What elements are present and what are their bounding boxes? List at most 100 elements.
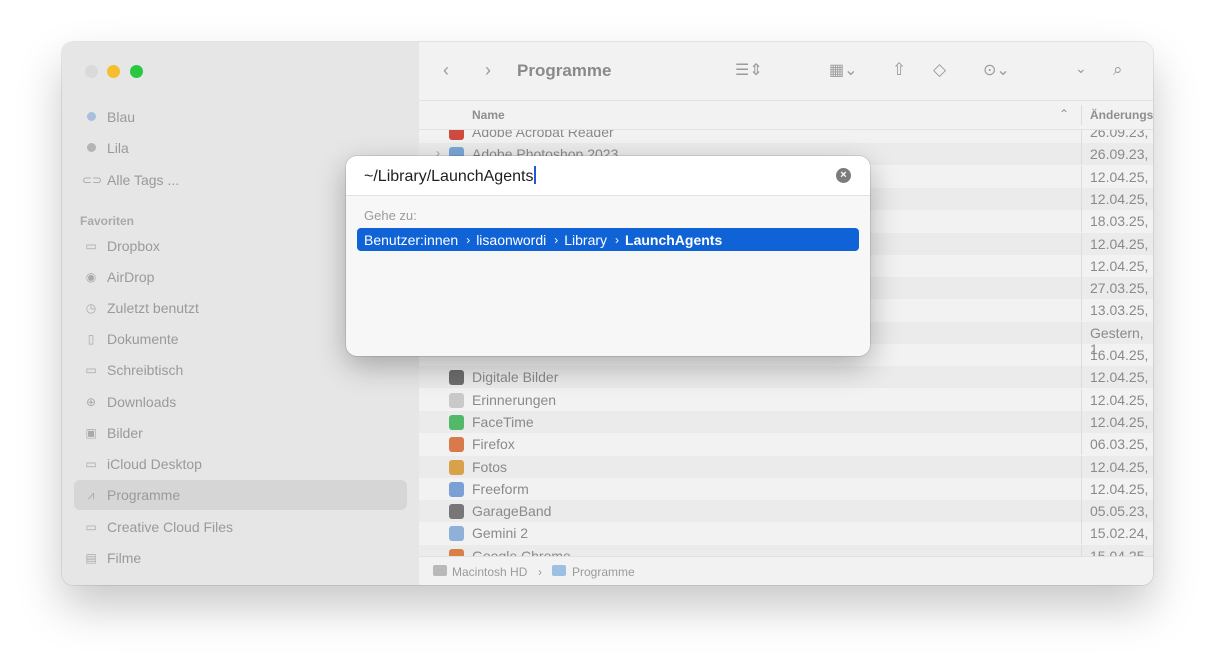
folder-icon: ▭ — [85, 520, 97, 534]
row-name: GarageBand — [472, 503, 552, 520]
sidebar-item-label: Alle Tags ... — [107, 172, 180, 188]
path-folder[interactable]: Programme — [572, 565, 635, 579]
sidebar-tag-lila[interactable]: Lila — [82, 138, 129, 158]
column-divider — [1081, 344, 1082, 366]
sort-chevron-icon: ⌃ — [1059, 107, 1070, 121]
row-name: Fotos — [472, 458, 508, 475]
clear-icon[interactable]: × — [836, 168, 851, 183]
sidebar-item-label: Lila — [107, 140, 129, 156]
row-date: 06.03.25, — [1090, 436, 1149, 453]
column-divider — [1081, 143, 1082, 166]
share-icon[interactable]: ⇧ — [892, 60, 906, 80]
sidebar-item-movies[interactable]: ▤ Filme — [82, 548, 141, 568]
app-icon — [449, 504, 464, 520]
column-name[interactable]: Name — [472, 108, 505, 122]
row-name: FaceTime — [472, 413, 534, 430]
suggestion-segment: LaunchAgents — [625, 231, 723, 248]
list-view-icon[interactable]: ☰⇕ — [735, 60, 763, 80]
app-icon — [449, 414, 464, 430]
table-row[interactable]: Erinnerungen 12.04.25, — [419, 388, 1153, 411]
tags-icon: ⊂⊃ — [82, 173, 103, 187]
sidebar-item-desktop[interactable]: ▭ Schreibtisch — [82, 360, 183, 380]
document-icon: ▯ — [87, 332, 95, 346]
column-divider — [1081, 277, 1082, 300]
forward-icon[interactable]: › — [485, 60, 491, 81]
row-date: 12.04.25, — [1090, 168, 1149, 185]
favorites-header: Favoriten — [80, 214, 135, 228]
chevron-right-icon: › — [554, 232, 559, 247]
tag-dot-icon — [86, 143, 96, 152]
zoom-window-button[interactable] — [130, 65, 143, 78]
sidebar-item-airdrop[interactable]: ◉ AirDrop — [82, 267, 155, 287]
row-date: 16.04.25, — [1090, 347, 1149, 363]
airdrop-icon: ◉ — [85, 270, 97, 284]
table-row[interactable]: Firefox 06.03.25, — [419, 433, 1153, 456]
table-row[interactable]: Gemini 2 15.02.24, — [419, 522, 1153, 545]
row-name: Adobe Acrobat Reader — [472, 130, 614, 140]
sidebar-item-icloud-desktop[interactable]: ▭ iCloud Desktop — [82, 454, 202, 474]
table-row[interactable]: Digitale Bilder 12.04.25, — [419, 366, 1153, 389]
folder-icon: ▭ — [85, 457, 97, 471]
row-date: 12.04.25, — [1090, 190, 1149, 207]
sidebar-item-recents[interactable]: ◷ Zuletzt benutzt — [82, 298, 199, 318]
minimize-window-button[interactable] — [107, 65, 120, 78]
table-row[interactable]: Freeform 12.04.25, — [419, 477, 1153, 500]
search-icon[interactable]: ⌕ — [1113, 60, 1123, 80]
row-date: 18.03.25, — [1090, 213, 1149, 230]
disk-icon — [433, 565, 447, 576]
sidebar-item-downloads[interactable]: ⊕ Downloads — [82, 392, 176, 412]
tag-icon[interactable]: ◇ — [933, 60, 946, 80]
app-icon — [449, 437, 464, 453]
path-disk[interactable]: Macintosh HD — [452, 565, 527, 579]
sidebar-item-programme[interactable]: ⩘ Programme — [82, 485, 181, 505]
sidebar-item-pictures[interactable]: ▣ Bilder — [82, 423, 142, 443]
desktop-icon: ▭ — [85, 363, 97, 377]
table-row[interactable]: GarageBand 05.05.23, — [419, 500, 1153, 523]
sidebar-item-creative-cloud[interactable]: ▭ Creative Cloud Files — [82, 517, 233, 537]
sidebar-item-label: Zuletzt benutzt — [107, 300, 199, 316]
folder-icon — [552, 565, 566, 576]
table-row[interactable]: Adobe Acrobat Reader 26.09.23, — [419, 130, 1153, 143]
sidebar-item-documents[interactable]: ▯ Dokumente — [82, 329, 179, 349]
path-input[interactable]: ~/Library/LaunchAgents × — [346, 156, 870, 196]
column-divider — [1081, 165, 1082, 188]
close-window-button[interactable] — [85, 65, 98, 78]
column-divider — [1081, 500, 1082, 523]
app-icon — [449, 370, 464, 386]
column-divider[interactable] — [1081, 105, 1082, 125]
back-icon[interactable]: ‹ — [443, 60, 449, 81]
column-divider — [1081, 388, 1082, 411]
row-name: Freeform — [472, 480, 529, 497]
column-date[interactable]: Änderungs — [1090, 108, 1153, 122]
download-icon: ⊕ — [85, 395, 97, 409]
suggestion-segment: lisaonwordi — [476, 231, 547, 248]
row-name: Gemini 2 — [472, 525, 529, 542]
group-icon[interactable]: ▦⌄ — [829, 60, 858, 80]
row-date: 15.02.24, — [1090, 525, 1149, 542]
sidebar-item-dropbox[interactable]: ▭ Dropbox — [82, 236, 160, 256]
goto-label: Gehe zu: — [364, 208, 417, 223]
sidebar-item-label: Schreibtisch — [107, 362, 184, 378]
column-divider — [1081, 522, 1082, 545]
sidebar-item-label: Dokumente — [107, 331, 179, 347]
sidebar-all-tags[interactable]: ⊂⊃ Alle Tags ... — [82, 170, 179, 190]
chevron-down-icon[interactable]: ⌄ — [1075, 60, 1087, 77]
table-row[interactable]: Fotos 12.04.25, — [419, 455, 1153, 478]
path-suggestion[interactable]: Benutzer:innen › lisaonwordi › Library ›… — [357, 228, 859, 251]
sidebar-item-label: Dropbox — [107, 238, 160, 254]
more-actions-icon[interactable]: ⊙⌄ — [983, 60, 1010, 80]
row-date: 27.03.25, — [1090, 280, 1149, 297]
table-row[interactable]: FaceTime 12.04.25, — [419, 410, 1153, 433]
column-divider — [1081, 366, 1082, 389]
column-divider — [1081, 187, 1082, 210]
app-icon — [449, 526, 464, 542]
column-divider — [1081, 130, 1082, 143]
row-date: 26.09.23, — [1090, 146, 1149, 163]
path-input-value[interactable]: ~/Library/LaunchAgents — [364, 168, 533, 185]
sidebar-tag-blau[interactable]: Blau — [82, 107, 135, 127]
chevron-right-icon: › — [466, 232, 471, 247]
row-date: 12.04.25, — [1090, 413, 1149, 430]
film-icon: ▤ — [85, 551, 97, 565]
sidebar-item-label: Filme — [107, 550, 142, 566]
column-divider — [1081, 232, 1082, 255]
